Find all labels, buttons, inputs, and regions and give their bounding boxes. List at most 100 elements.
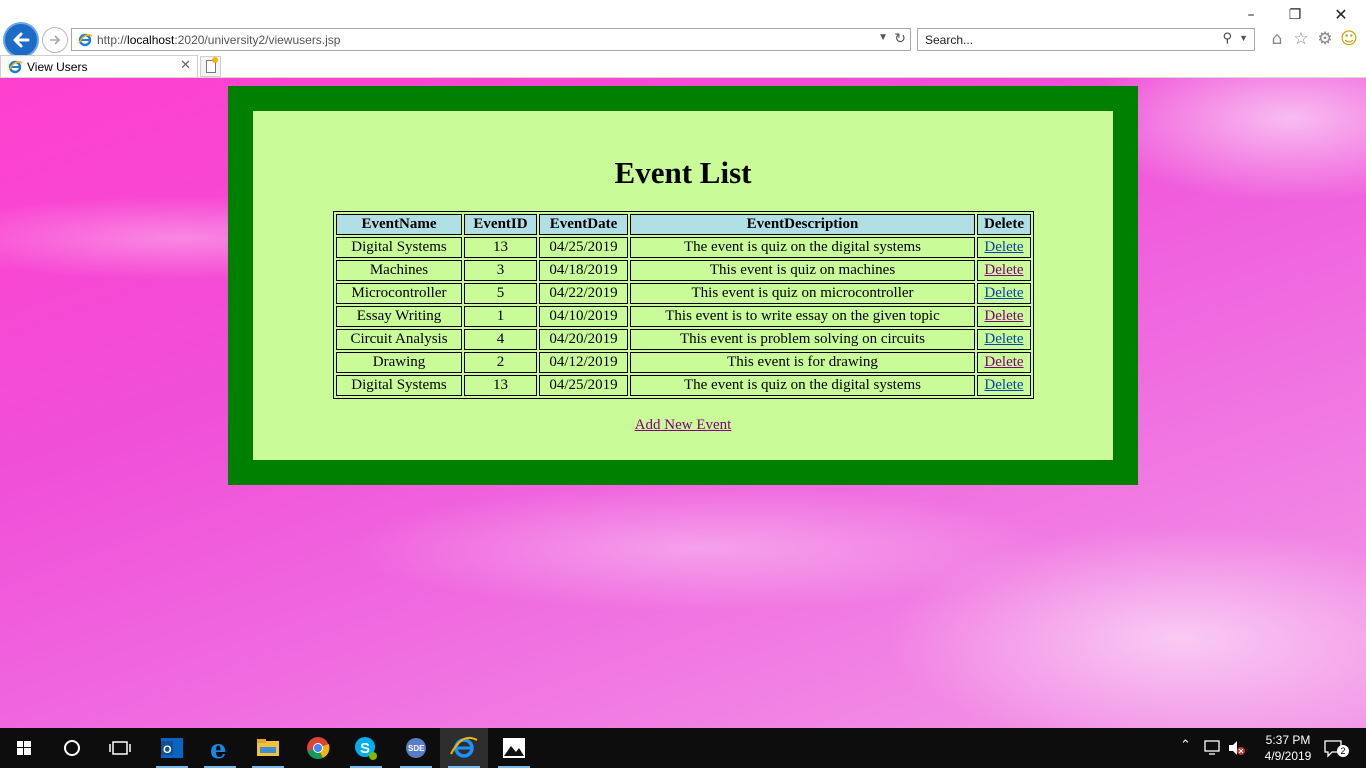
feedback-smiley-icon[interactable]: ☺ xyxy=(1338,28,1360,50)
cell-event-description: This event is quiz on machines xyxy=(630,260,975,281)
edge-icon[interactable]: e xyxy=(196,728,244,768)
cell-delete: Delete xyxy=(977,306,1031,327)
cell-event-id: 3 xyxy=(464,260,537,281)
cell-event-name: Essay Writing xyxy=(336,306,462,327)
refresh-icon[interactable]: ↻ xyxy=(894,31,906,47)
column-header-eventname: EventName xyxy=(336,214,462,235)
column-header-eventid: EventID xyxy=(464,214,537,235)
cortana-search-icon[interactable] xyxy=(48,728,96,768)
home-icon[interactable]: ⌂ xyxy=(1266,28,1288,50)
volume-muted-icon[interactable] xyxy=(1227,739,1247,757)
cell-event-id: 4 xyxy=(464,329,537,350)
cell-delete: Delete xyxy=(977,283,1031,304)
cell-event-date: 04/20/2019 xyxy=(539,329,628,350)
delete-link[interactable]: Delete xyxy=(984,377,1023,393)
address-url: http://localhost:2020/university2/viewus… xyxy=(97,33,340,47)
task-view-icon[interactable] xyxy=(96,728,144,768)
delete-link[interactable]: Delete xyxy=(984,285,1023,301)
page-favicon-icon xyxy=(78,33,93,47)
page-title: Event List xyxy=(614,155,752,190)
delete-link[interactable]: Delete xyxy=(984,262,1023,278)
cell-delete: Delete xyxy=(977,352,1031,373)
new-tab-button[interactable] xyxy=(200,56,221,77)
table-row: Circuit Analysis 4 04/20/2019 This event is… xyxy=(336,329,1031,350)
delete-link[interactable]: Delete xyxy=(984,239,1023,255)
network-icon[interactable] xyxy=(1203,739,1223,757)
cell-event-name: Machines xyxy=(336,260,462,281)
cell-event-date: 04/25/2019 xyxy=(539,375,628,396)
restore-button[interactable]: ❐ xyxy=(1272,4,1318,26)
event-list-frame: Event List EventName EventID EventDate E… xyxy=(228,86,1138,485)
add-new-event-link[interactable]: Add New Event xyxy=(635,417,732,433)
delete-link[interactable]: Delete xyxy=(984,354,1023,370)
sde-icon[interactable]: SDE xyxy=(392,728,440,768)
back-arrow-icon xyxy=(13,32,30,48)
settings-gear-icon[interactable]: ⚙ xyxy=(1314,28,1336,50)
cell-event-id: 1 xyxy=(464,306,537,327)
minimize-button[interactable]: – xyxy=(1228,4,1274,26)
svg-text:SDE: SDE xyxy=(408,744,425,753)
cell-event-name: Microcontroller xyxy=(336,283,462,304)
tab-close-icon[interactable]: ✕ xyxy=(180,58,191,73)
cell-event-description: This event is problem solving on circuit… xyxy=(630,329,975,350)
cell-event-date: 04/10/2019 xyxy=(539,306,628,327)
table-row: Machines 3 04/18/2019 This event is quiz on… xyxy=(336,260,1031,281)
taskbar: O e S SDE ⌃ 5:37 PM 4/9/2019 2 xyxy=(0,728,1366,768)
favorites-star-icon[interactable]: ☆ xyxy=(1290,28,1312,50)
skype-icon[interactable]: S xyxy=(342,728,390,768)
add-event-container: Add New Event xyxy=(253,417,1113,434)
address-bar[interactable]: http://localhost:2020/university2/viewus… xyxy=(71,28,911,51)
back-button[interactable] xyxy=(3,22,39,58)
cell-event-id: 13 xyxy=(464,237,537,258)
delete-link[interactable]: Delete xyxy=(984,308,1023,324)
forward-button[interactable] xyxy=(42,27,68,53)
close-window-button[interactable]: ✕ xyxy=(1318,4,1364,26)
system-clock[interactable]: 5:37 PM 4/9/2019 xyxy=(1250,732,1326,764)
column-header-delete: Delete xyxy=(977,214,1031,235)
outlook-icon[interactable]: O xyxy=(148,728,196,768)
tab-view-users[interactable]: View Users ✕ xyxy=(0,55,198,78)
cell-event-date: 04/18/2019 xyxy=(539,260,628,281)
url-host: localhost xyxy=(127,33,175,47)
table-row: Digital Systems 13 04/25/2019 The event is … xyxy=(336,375,1031,396)
cell-event-description: The event is quiz on the digital systems xyxy=(630,237,975,258)
table-row: Essay Writing 1 04/10/2019 This event is to… xyxy=(336,306,1031,327)
search-icon[interactable]: ⚲ xyxy=(1222,31,1232,46)
tab-favicon-icon xyxy=(8,60,23,74)
url-prefix: http:// xyxy=(97,33,128,47)
forward-arrow-icon xyxy=(50,35,61,45)
cell-delete: Delete xyxy=(977,329,1031,350)
show-hidden-icons-icon[interactable]: ⌃ xyxy=(1180,738,1191,753)
cell-event-id: 5 xyxy=(464,283,537,304)
windows-start-icon[interactable] xyxy=(0,728,48,768)
cell-event-id: 2 xyxy=(464,352,537,373)
internet-explorer-icon[interactable] xyxy=(440,728,488,768)
svg-text:S: S xyxy=(360,740,370,757)
url-path: :2020/university2/viewusers.jsp xyxy=(174,33,341,47)
table-row: Drawing 2 04/12/2019 This event is for draw… xyxy=(336,352,1031,373)
cell-event-name: Drawing xyxy=(336,352,462,373)
cell-event-name: Digital Systems xyxy=(336,237,462,258)
cell-delete: Delete xyxy=(977,260,1031,281)
clock-date: 4/9/2019 xyxy=(1264,749,1312,763)
notification-count-badge: 2 xyxy=(1337,745,1349,757)
cell-event-name: Circuit Analysis xyxy=(336,329,462,350)
search-input[interactable] xyxy=(919,30,1209,49)
event-table-body: Digital Systems 13 04/25/2019 The event is … xyxy=(336,237,1031,396)
cell-event-description: This event is for drawing xyxy=(630,352,975,373)
file-explorer-icon[interactable] xyxy=(244,728,292,768)
table-row: Microcontroller 5 04/22/2019 This event is … xyxy=(336,283,1031,304)
table-row: Digital Systems 13 04/25/2019 The event is … xyxy=(336,237,1031,258)
cell-event-date: 04/22/2019 xyxy=(539,283,628,304)
cell-delete: Delete xyxy=(977,237,1031,258)
cell-delete: Delete xyxy=(977,375,1031,396)
search-dropdown-icon[interactable]: ▼ xyxy=(1239,33,1248,43)
page-viewport: Event List EventName EventID EventDate E… xyxy=(0,78,1366,728)
chrome-icon[interactable] xyxy=(294,728,342,768)
search-box[interactable]: ⚲ ▼ xyxy=(917,28,1255,51)
cell-event-description: This event is to write essay on the give… xyxy=(630,306,975,327)
delete-link[interactable]: Delete xyxy=(984,331,1023,347)
address-dropdown-icon[interactable]: ▼ xyxy=(878,32,888,43)
table-header-row: EventName EventID EventDate EventDescrip… xyxy=(336,214,1031,235)
photos-icon[interactable] xyxy=(490,728,538,768)
